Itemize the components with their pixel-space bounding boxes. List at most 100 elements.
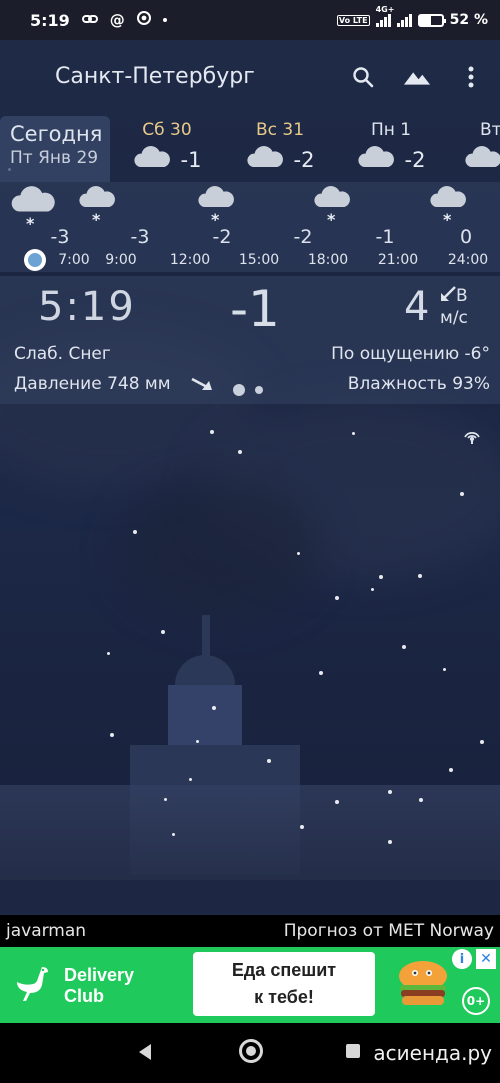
status-bar: 5:19 @ Vo LTE 4G+ 52 % (0, 0, 500, 40)
current-conditions[interactable]: 5:19 -1 4 В м/с Слаб. Снег По ощущению -… (0, 276, 500, 404)
hour-time: 18:00 (307, 252, 349, 268)
snowflake (480, 740, 484, 744)
snowflake (418, 574, 422, 578)
snowflake (419, 798, 423, 802)
battery-icon (417, 13, 446, 27)
day-label: Вс 31 (255, 120, 305, 140)
landscape-icon[interactable] (404, 64, 430, 90)
cloud-icon (246, 146, 284, 173)
wind-arrow-icon (441, 286, 456, 301)
snowflake (110, 733, 114, 737)
ad-close-icon[interactable]: ✕ (476, 949, 496, 969)
hour-temp: -3 (130, 226, 150, 248)
snowflake (164, 798, 167, 801)
ad-message-card[interactable]: Еда спешит к тебе! (193, 952, 375, 1016)
radar-icon[interactable] (462, 428, 482, 448)
ad-brand-name: Delivery Club (64, 965, 134, 1007)
ad-banner[interactable]: Delivery Club Еда спешит к тебе! i ✕ 0+ (0, 947, 500, 1023)
snowflake (335, 800, 339, 804)
day-today[interactable]: Сегодня Пт Янв 29 (0, 116, 110, 182)
humidity: Влажность 93% (347, 374, 490, 394)
volte-icon: Vo LTE (336, 14, 370, 26)
snowflake (297, 552, 300, 555)
snow-cloud-icon: * (429, 186, 469, 230)
current-time-marker (24, 249, 46, 271)
chrome-icon (136, 11, 151, 29)
app-header: Санкт-Петербург (0, 40, 500, 112)
snowflake (443, 668, 446, 671)
notification-dot-icon (162, 18, 167, 22)
hour-time: 21:00 (377, 252, 419, 268)
day-temp: -1 (180, 147, 202, 172)
photo-author[interactable]: javarman (6, 921, 86, 941)
feels-like: По ощущению -6° (331, 344, 490, 364)
home-icon[interactable] (239, 1039, 263, 1063)
ad-brand-line1: Delivery (64, 965, 135, 985)
status-time: 5:19 (30, 10, 70, 30)
back-icon[interactable] (137, 1043, 153, 1065)
pressure: Давление 748 мм (14, 374, 171, 394)
hour-temp: -3 (50, 226, 70, 248)
cloud-icon (133, 146, 171, 173)
forecast-source[interactable]: Прогноз от MET Norway (284, 921, 494, 941)
network-type: 4G+ (375, 4, 395, 14)
snowflake (388, 790, 392, 794)
snowflake (460, 492, 464, 496)
snow-cloud-icon: * (313, 186, 353, 230)
link-icon (81, 11, 98, 29)
ad-logo[interactable]: Delivery Club (12, 963, 134, 1009)
snow-cloud-icon: * (197, 186, 237, 230)
hour-temp: -1 (375, 226, 395, 248)
ad-info-icon[interactable]: i (452, 949, 472, 969)
day-item[interactable]: Вс 31 -2 (225, 120, 335, 173)
city-title[interactable]: Санкт-Петербург (55, 64, 255, 89)
search-icon[interactable] (350, 64, 376, 90)
snowy-trees (0, 785, 500, 880)
snow-cloud-icon: * (78, 186, 118, 230)
snowflake (133, 530, 137, 534)
snowflake (352, 432, 355, 435)
ad-age-badge: 0+ (462, 987, 490, 1015)
hour-temp: -2 (293, 226, 313, 248)
wind-speed: 4 (404, 284, 430, 330)
ad-tagline-2: к тебе! (254, 987, 314, 1007)
snowflake (371, 588, 374, 591)
hour-time: 24:00 (447, 252, 489, 268)
wind-unit: м/с (440, 308, 468, 328)
day-label: Пн 1 (370, 120, 412, 140)
day-temp: -2 (404, 147, 426, 172)
more-vert-icon[interactable] (458, 64, 484, 90)
current-time: 5:19 (38, 284, 136, 330)
snowflake (161, 630, 165, 634)
credits-bar: javarman Прогноз от MET Norway (0, 915, 500, 947)
hourly-forecast[interactable]: * * * * * -3 -3 -2 -2 -1 0 7:00 9:00 12:… (0, 182, 500, 272)
recents-icon[interactable] (346, 1044, 360, 1058)
day-item[interactable]: Вт (444, 120, 500, 173)
snowflake (402, 645, 406, 649)
snowflake (196, 740, 199, 743)
hour-time: 12:00 (169, 252, 211, 268)
at-icon: @ (109, 11, 125, 29)
hour-time: 15:00 (238, 252, 280, 268)
ad-tagline-1: Еда спешит (231, 960, 337, 980)
ostrich-icon (12, 963, 54, 1009)
current-temp: -1 (230, 280, 280, 338)
hour-temp: -2 (212, 226, 232, 248)
day-item[interactable]: Пн 1 -2 (336, 120, 446, 173)
snowflake (212, 706, 216, 710)
cloud-icon (464, 146, 500, 173)
day-today-date: Пт Янв 29 (10, 148, 99, 168)
frozen-river (0, 880, 500, 915)
snowflake (379, 575, 383, 579)
ad-brand-line2: Club (64, 986, 104, 1006)
signal-icon-2 (396, 13, 412, 27)
day-label: Вт (480, 120, 500, 140)
snowflake (388, 840, 392, 844)
day-label: Сб 30 (142, 120, 192, 140)
day-item[interactable]: Сб 30 -1 (112, 120, 222, 173)
snowflake (238, 450, 242, 454)
wind-direction-label: В (456, 286, 468, 306)
hour-temp: 0 (459, 226, 473, 248)
day-temp: -2 (293, 147, 315, 172)
snow-cloud-icon: * (10, 186, 55, 233)
